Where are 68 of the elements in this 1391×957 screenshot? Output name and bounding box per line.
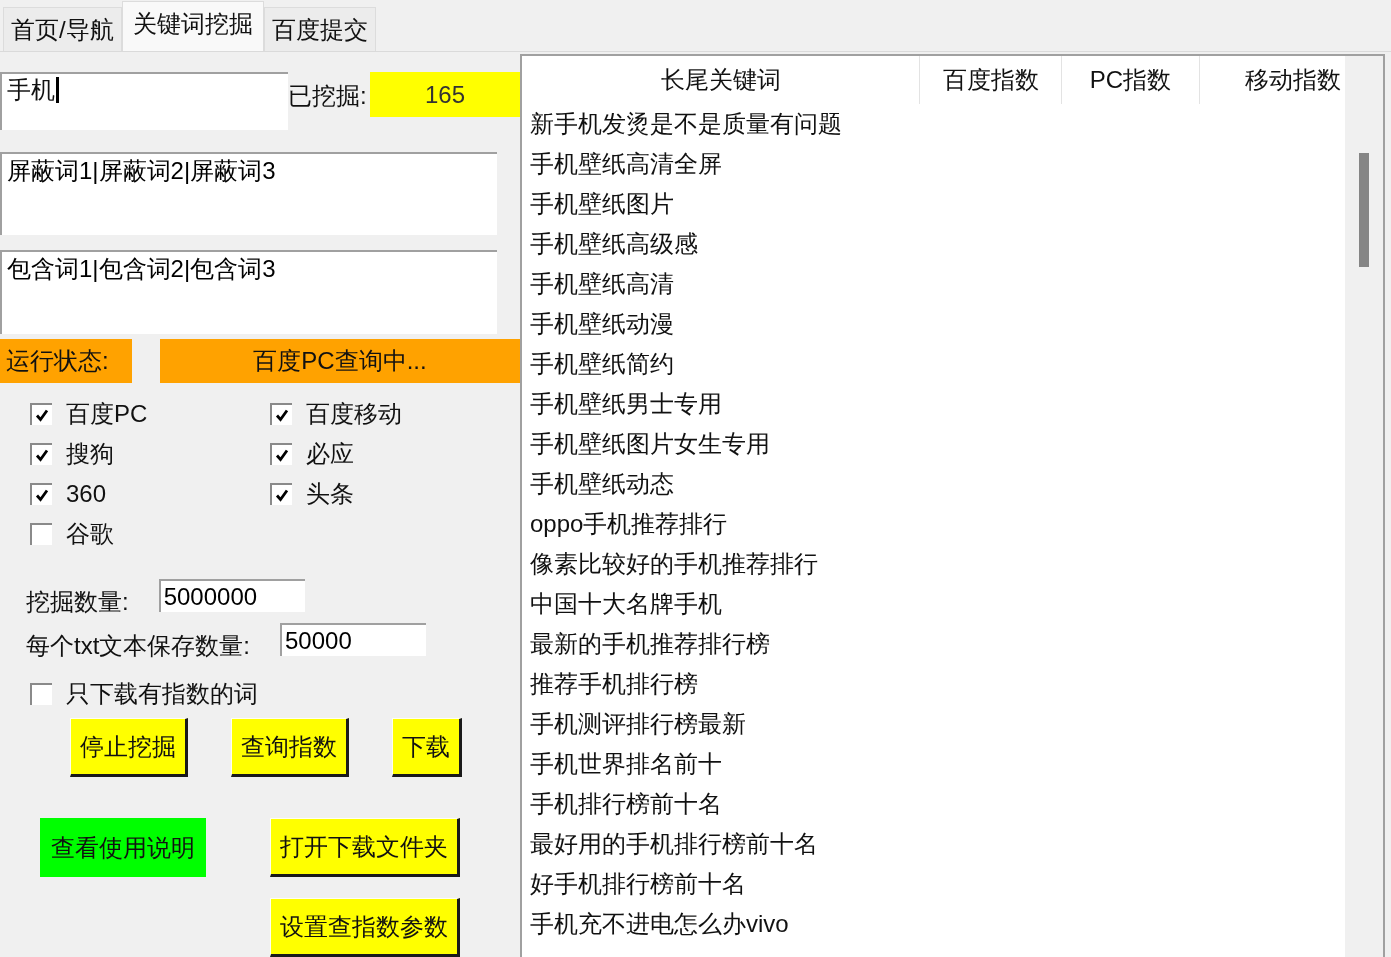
table-cell-text: 手机壁纸高级感 — [529, 229, 699, 259]
setting-label: 挖掘数量: — [26, 587, 129, 616]
checkbox-label[interactable]: 谷歌 — [66, 522, 114, 546]
exclude-words-field[interactable]: 屏蔽词1|屏蔽词2|屏蔽词3 — [0, 152, 497, 236]
checkbox[interactable] — [30, 403, 52, 425]
tab[interactable]: 关键词挖掘 — [121, 1, 264, 51]
table-cell-text: 像素比较好的手机推荐排行 — [529, 549, 819, 579]
checkmark-icon — [35, 448, 49, 462]
column-header[interactable]: 百度指数 — [920, 56, 1062, 104]
number-input[interactable]: 5000000 — [158, 579, 305, 612]
column-header[interactable]: 长尾关键词 — [522, 56, 920, 104]
table-cell-text: 手机世界排名前十 — [529, 749, 723, 779]
checkbox-label[interactable]: 百度移动 — [306, 402, 402, 426]
keyword-input[interactable]: 手机 — [0, 72, 288, 130]
table-cell-text: 手机壁纸高清全屏 — [529, 149, 723, 179]
table-cell-text: 手机壁纸男士专用 — [529, 389, 723, 419]
status-label: 运行状态: — [0, 338, 132, 383]
checkmark-icon — [275, 488, 289, 502]
table-cell-text: 好手机排行榜前十名 — [529, 869, 747, 899]
checkbox[interactable] — [270, 403, 292, 425]
table-cell-text: 手机壁纸图片女生专用 — [529, 429, 771, 459]
table-cell-text: 手机测评排行榜最新 — [529, 709, 747, 739]
checkbox-label[interactable]: 搜狗 — [66, 442, 114, 466]
table-cell-text: 中国十大名牌手机 — [529, 589, 723, 619]
checkbox-label[interactable]: 必应 — [306, 442, 354, 466]
column-header[interactable]: 移动指数 — [1200, 56, 1345, 104]
table-cell-text: 手机充不进电怎么办vivo — [529, 909, 790, 939]
mined-count-label: 已挖掘: — [288, 81, 367, 110]
action-button[interactable]: 设置查指数参数 — [270, 898, 460, 957]
table-cell-text: 手机壁纸图片 — [529, 189, 675, 219]
table-cell-text: 最好用的手机排行榜前十名 — [529, 829, 819, 859]
include-words-field[interactable]: 包含词1|包含词2|包含词3 — [0, 250, 497, 334]
action-button[interactable]: 打开下载文件夹 — [270, 818, 460, 877]
mined-count-value: 165 — [370, 72, 520, 117]
checkbox[interactable] — [30, 523, 52, 545]
checkmark-icon — [275, 408, 289, 422]
action-button[interactable]: 查询指数 — [231, 718, 349, 777]
table-cell-text: 手机壁纸简约 — [529, 349, 675, 379]
checkbox[interactable] — [270, 483, 292, 505]
checkbox-label[interactable]: 只下载有指数的词 — [66, 682, 258, 706]
scrollbar-thumb[interactable] — [1359, 153, 1369, 267]
column-header[interactable]: PC指数 — [1062, 56, 1200, 104]
table-cell-text: 手机排行榜前十名 — [529, 789, 723, 819]
tab[interactable]: 首页/导航 — [3, 7, 122, 51]
checkbox-label[interactable]: 头条 — [306, 482, 354, 506]
action-button[interactable]: 停止挖掘 — [70, 718, 188, 777]
table-cell-text: 新手机发烫是不是质量有问题 — [529, 109, 843, 139]
checkmark-icon — [275, 448, 289, 462]
tab[interactable]: 百度提交 — [263, 7, 376, 51]
table-cell-text: oppo手机推荐排行 — [529, 509, 729, 539]
table-cell-text: 最新的手机推荐排行榜 — [529, 629, 771, 659]
action-button[interactable]: 查看使用说明 — [40, 818, 206, 877]
checkbox[interactable] — [30, 683, 52, 705]
status-value: 百度PC查询中... — [160, 338, 520, 383]
table-cell-text: 手机壁纸动漫 — [529, 309, 675, 339]
checkbox[interactable] — [30, 483, 52, 505]
table-cell-text: 手机壁纸高清 — [529, 269, 675, 299]
checkbox[interactable] — [30, 443, 52, 465]
setting-label: 每个txt文本保存数量: — [26, 631, 250, 660]
checkbox[interactable] — [270, 443, 292, 465]
checkmark-icon — [35, 488, 49, 502]
checkbox-label[interactable]: 百度PC — [66, 402, 148, 426]
action-button[interactable]: 下载 — [392, 718, 462, 777]
table-cell-text: 推荐手机排行榜 — [529, 669, 699, 699]
checkmark-icon — [35, 408, 49, 422]
checkbox-label[interactable]: 360 — [66, 482, 107, 506]
table-cell-text: 手机壁纸动态 — [529, 469, 675, 499]
number-input[interactable]: 50000 — [280, 623, 426, 656]
